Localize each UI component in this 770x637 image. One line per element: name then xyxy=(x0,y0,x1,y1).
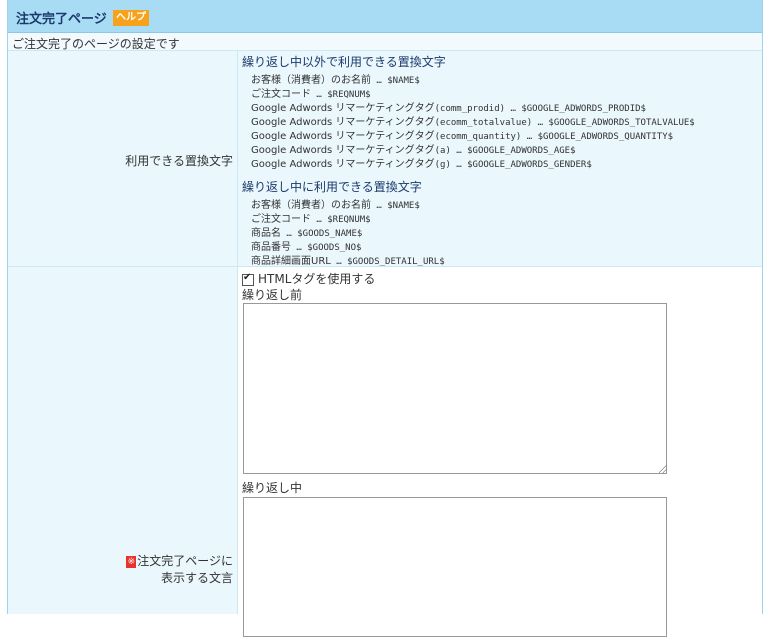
message-label-cell: ※ 注文完了ページに 表示する文言 xyxy=(8,267,238,614)
use-html-checkbox[interactable]: HTMLタグを使用する xyxy=(242,270,375,287)
inside-loop-heading: 繰り返し中に利用できる置換文字 xyxy=(242,180,422,194)
before-loop-label: 繰り返し前 xyxy=(242,288,303,302)
page-title: 注文完了ページ xyxy=(16,12,107,27)
use-html-label: HTMLタグを使用する xyxy=(258,272,376,286)
placeholder-item: Google Adwords リマーケティングタグ(ecomm_totalval… xyxy=(251,117,695,128)
placeholder-item: Google Adwords リマーケティングタグ(comm_prodid) …… xyxy=(251,103,646,114)
page-description: ご注文完了のページの設定です xyxy=(12,37,180,51)
placeholder-item: 商品番号 … $GOODS_NO$ xyxy=(251,242,362,253)
description-row: ご注文完了のページの設定です xyxy=(8,33,762,51)
outside-loop-heading: 繰り返し中以外で利用できる置換文字 xyxy=(242,55,446,69)
checkbox-checked-icon[interactable] xyxy=(242,272,254,286)
placeholders-label-cell: 利用できる置換文字 xyxy=(8,51,238,266)
placeholder-item: Google Adwords リマーケティングタグ(a) … $GOOGLE_A… xyxy=(251,145,576,156)
placeholder-item: お客様（消費者）のお名前 … $NAME$ xyxy=(251,200,420,211)
placeholder-item: Google Adwords リマーケティングタグ(g) … $GOOGLE_A… xyxy=(251,159,592,170)
placeholder-item: 商品詳細画面URL … $GOODS_DETAIL_URL$ xyxy=(251,256,445,267)
message-value-cell: HTMLタグを使用する 繰り返し前 繰り返し中 xyxy=(238,267,762,637)
in-loop-textarea[interactable] xyxy=(243,497,667,637)
placeholder-item: ご注文コード … $REQNUM$ xyxy=(251,214,371,225)
placeholder-item: 商品名 … $GOODS_NAME$ xyxy=(251,228,363,239)
required-mark: ※ xyxy=(126,555,137,568)
order-complete-settings-panel: 注文完了ページ ヘルプ ご注文完了のページの設定です 利用できる置換文字 繰り返… xyxy=(7,0,763,637)
before-loop-textarea[interactable] xyxy=(243,303,667,474)
placeholder-item: お客様（消費者）のお名前 … $NAME$ xyxy=(251,75,420,86)
message-label-line2: 表示する文言 xyxy=(160,571,233,585)
message-label-line1: 注文完了ページに xyxy=(137,554,233,568)
placeholders-value-cell: 繰り返し中以外で利用できる置換文字 お客様（消費者）のお名前 … $NAME$ … xyxy=(238,51,762,267)
placeholders-label: 利用できる置換文字 xyxy=(125,154,233,168)
placeholder-item: Google Adwords リマーケティングタグ(ecomm_quantity… xyxy=(251,131,674,142)
in-loop-label: 繰り返し中 xyxy=(242,481,303,495)
resize-grip-icon[interactable] xyxy=(659,465,667,473)
placeholder-item: ご注文コード … $REQNUM$ xyxy=(251,89,371,100)
message-label: ※ 注文完了ページに 表示する文言 xyxy=(126,552,233,586)
panel-header: 注文完了ページ ヘルプ xyxy=(8,0,762,33)
message-row: ※注文完了ページに 表示する文言 HTMLタグを使用する 繰り返し前 繰り返し中 xyxy=(8,267,762,637)
help-button[interactable]: ヘルプ xyxy=(113,10,149,26)
placeholders-row: 利用できる置換文字 繰り返し中以外で利用できる置換文字 お客様（消費者）のお名前… xyxy=(8,51,762,267)
